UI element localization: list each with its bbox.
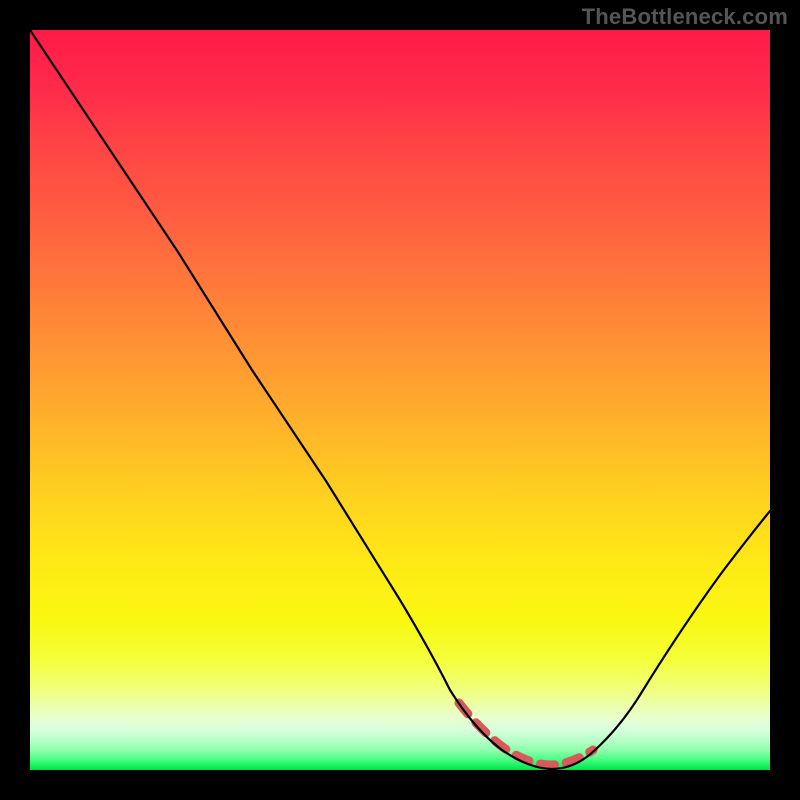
watermark-text: TheBottleneck.com	[582, 4, 788, 30]
curve-svg	[30, 30, 770, 770]
bottleneck-curve	[30, 30, 770, 769]
chart-frame: TheBottleneck.com	[0, 0, 800, 800]
optimal-range-dashes	[459, 703, 593, 765]
plot-area	[30, 30, 770, 770]
